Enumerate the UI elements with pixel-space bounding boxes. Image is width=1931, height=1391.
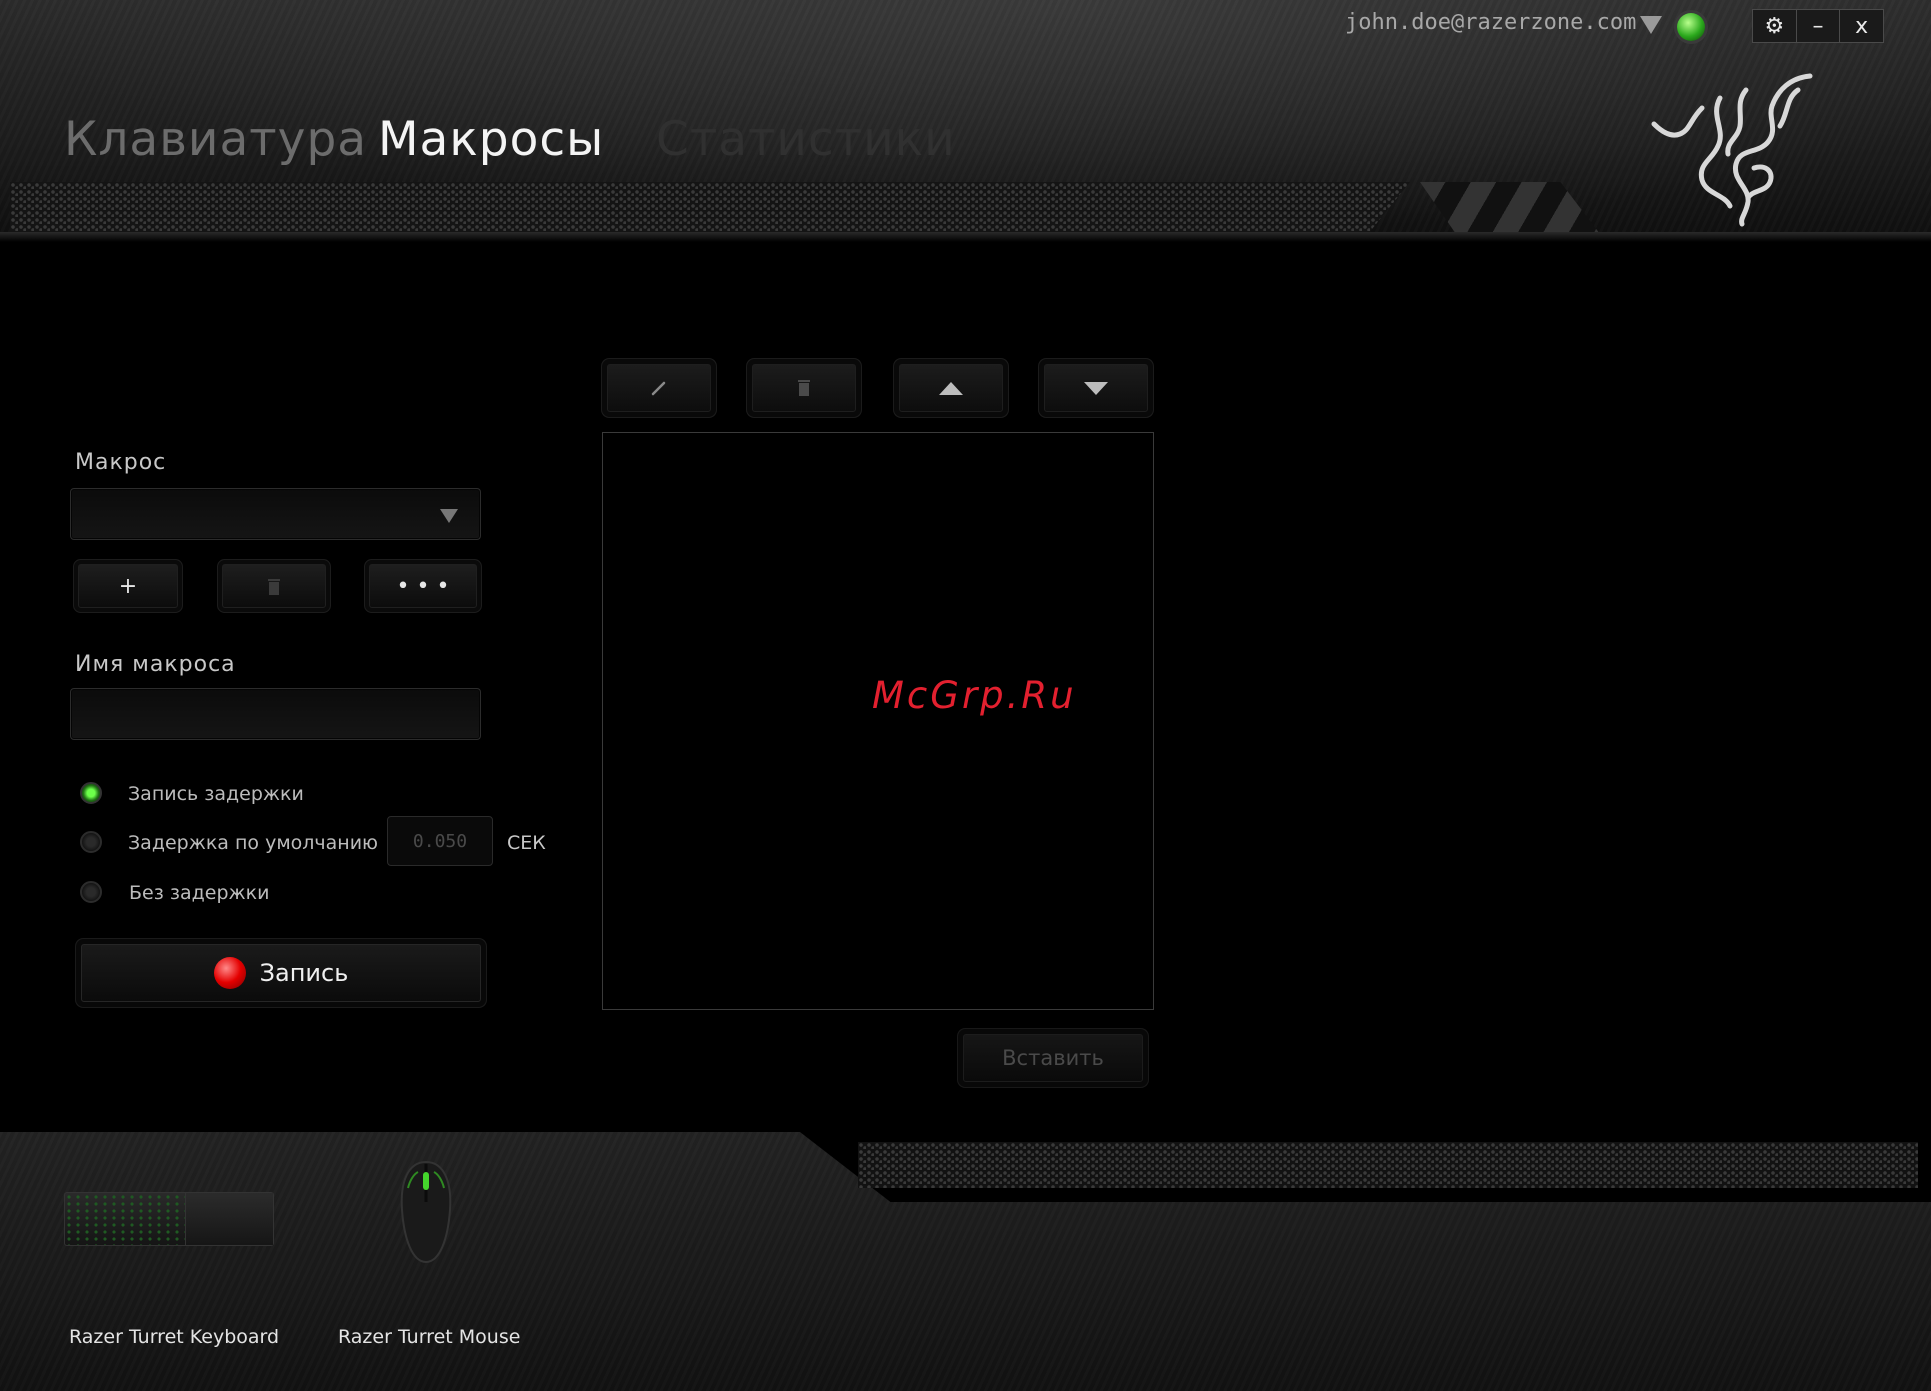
record-label: Запись: [259, 959, 349, 987]
macro-select[interactable]: [70, 488, 481, 540]
record-icon: [213, 957, 246, 989]
radio-default-delay[interactable]: [80, 831, 102, 853]
window-controls: ⚙ – x: [1752, 9, 1884, 43]
add-macro-button[interactable]: +: [78, 564, 178, 608]
delete-event-button[interactable]: [752, 364, 856, 412]
insert-button[interactable]: Вставить: [963, 1034, 1143, 1082]
default-delay-label: Задержка по умолчанию: [128, 832, 379, 854]
account-email[interactable]: john.doe@razerzone.com: [1345, 10, 1636, 35]
trash-icon: [268, 579, 280, 595]
macro-label: Макрос: [75, 450, 167, 475]
app-header: Клавиатура Макросы Статистики john.doe@r…: [0, 0, 1931, 240]
tab-statistics[interactable]: Статистики: [656, 112, 956, 167]
trash-icon: [798, 380, 810, 396]
macro-name-input[interactable]: [70, 688, 481, 740]
device-mouse-label[interactable]: Razer Turret Mouse: [338, 1326, 520, 1348]
move-up-icon: [939, 381, 963, 395]
chevron-down-icon: [440, 509, 458, 523]
record-delay-label: Запись задержки: [128, 783, 304, 805]
edit-icon: [651, 381, 666, 396]
account-dropdown-icon[interactable]: [1640, 16, 1662, 34]
move-up-button[interactable]: [899, 364, 1003, 412]
more-options-label: • • •: [396, 573, 450, 599]
macro-event-list[interactable]: [602, 432, 1154, 1010]
tab-keyboard[interactable]: Клавиатура: [64, 112, 367, 167]
move-down-button[interactable]: [1044, 364, 1148, 412]
device-bar: Razer Turret Keyboard Razer Turret Mouse: [0, 1132, 1931, 1391]
header-hex-strip: [10, 182, 1410, 234]
header-stripes: [1420, 182, 1600, 234]
razer-logo-icon: [1651, 73, 1813, 227]
default-delay-input[interactable]: 0.050: [387, 816, 493, 866]
watermark: McGrp.Ru: [872, 674, 1077, 717]
header-shadow: [0, 232, 1931, 242]
delay-unit-label: СЕК: [507, 832, 546, 854]
close-button[interactable]: x: [1840, 10, 1883, 42]
minimize-button[interactable]: –: [1797, 10, 1841, 42]
footer-hex-strip: [858, 1142, 1918, 1188]
online-status-icon: [1677, 13, 1705, 41]
more-options-button[interactable]: • • •: [369, 564, 477, 608]
keyboard-device-icon[interactable]: [64, 1192, 274, 1246]
radio-record-delay[interactable]: [80, 782, 102, 804]
delete-macro-button[interactable]: [222, 564, 326, 608]
record-button[interactable]: Запись: [81, 944, 481, 1002]
edit-event-button[interactable]: [607, 364, 711, 412]
mouse-device-icon[interactable]: [394, 1158, 458, 1268]
tab-macros[interactable]: Макросы: [378, 112, 604, 167]
macro-name-label: Имя макроса: [75, 652, 236, 677]
settings-button[interactable]: ⚙: [1753, 10, 1797, 42]
move-down-icon: [1084, 381, 1108, 395]
no-delay-label: Без задержки: [129, 882, 270, 904]
macro-editor: Макрос + • • • Имя макроса Запись задерж…: [0, 242, 1931, 1132]
radio-no-delay[interactable]: [80, 881, 102, 903]
device-keyboard-label[interactable]: Razer Turret Keyboard: [69, 1326, 279, 1348]
